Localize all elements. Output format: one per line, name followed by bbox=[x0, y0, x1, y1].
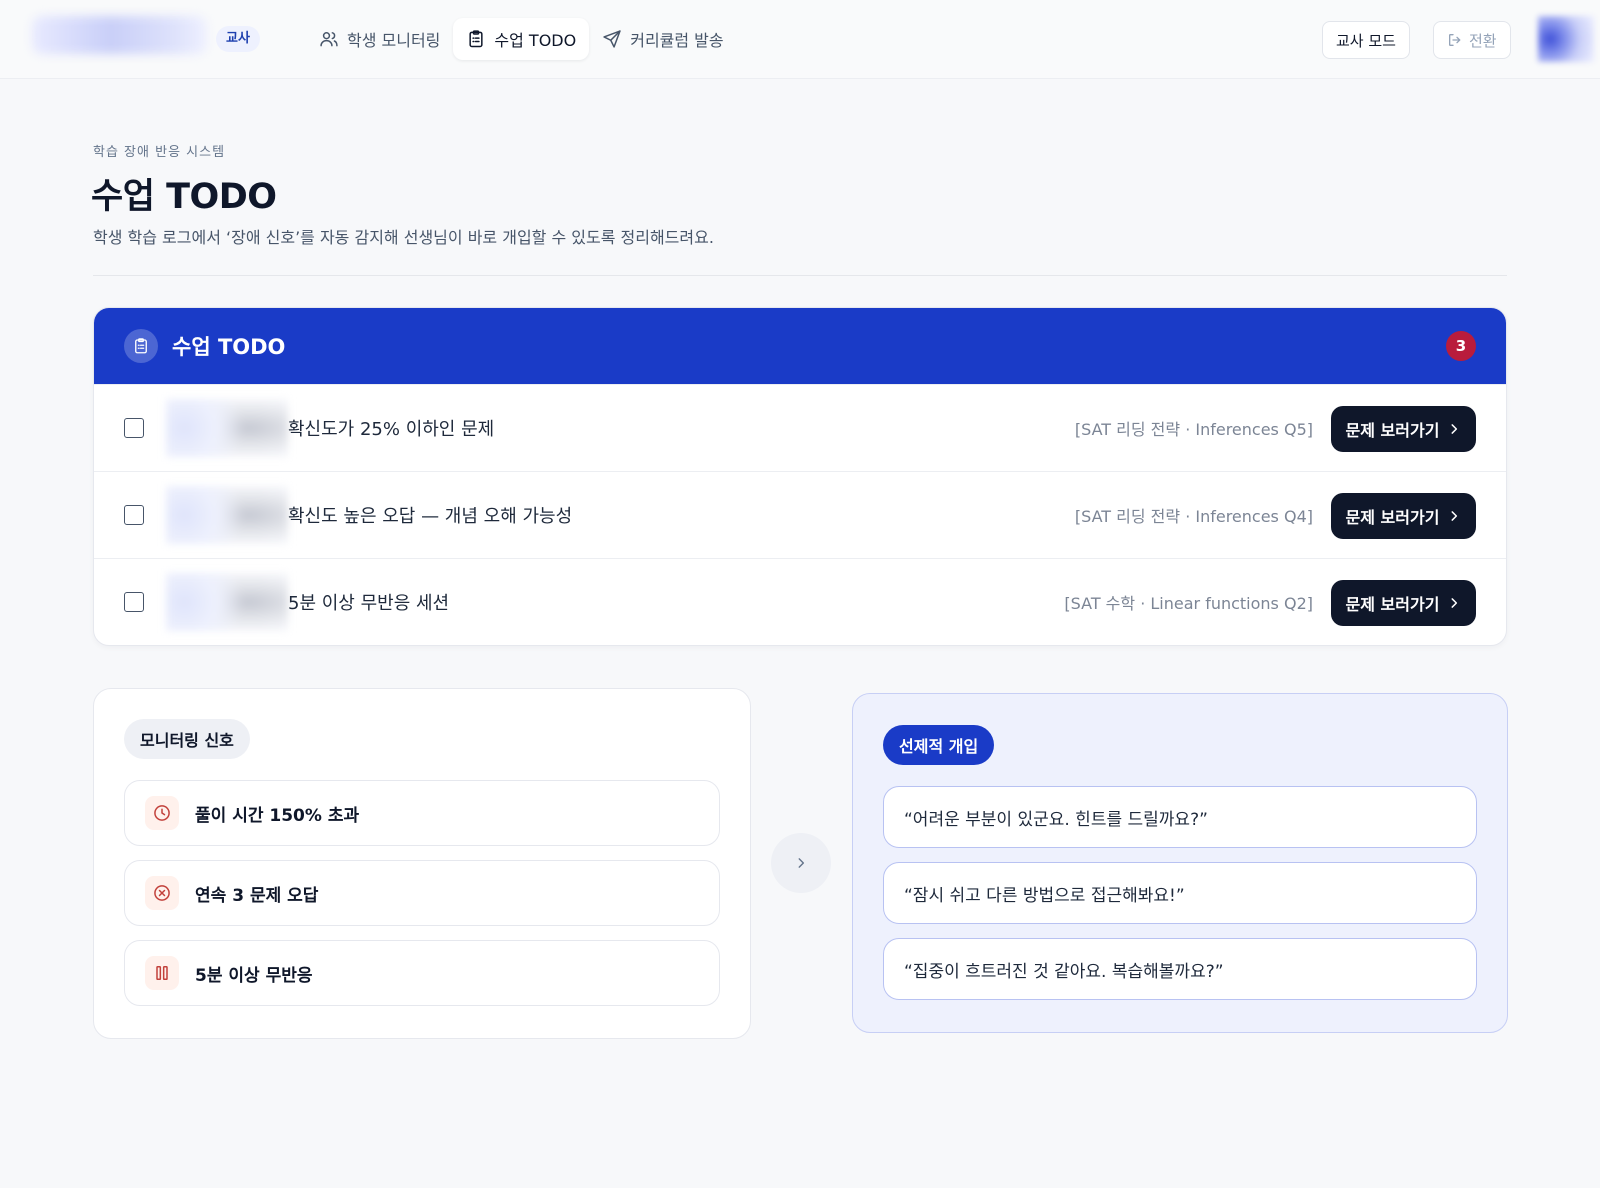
proactive-intervention-panel: 선제적 개입 “어려운 부분이 있군요. 힌트를 드릴까요?” “잠시 쉬고 다… bbox=[852, 693, 1508, 1033]
logo[interactable] bbox=[32, 16, 207, 54]
todo-row: 확신도 높은 오답 — 개념 오해 가능성 [SAT 리딩 전략 · Infer… bbox=[94, 471, 1506, 558]
divider bbox=[93, 275, 1507, 276]
pause-icon bbox=[145, 956, 179, 990]
arrow-connector bbox=[771, 833, 831, 893]
todo-source: [SAT 리딩 전략 · Inferences Q5] bbox=[1074, 420, 1313, 439]
view-question-button[interactable]: 문제 보러가기 bbox=[1331, 493, 1476, 539]
todo-text: 5분 이상 무반응 세션 bbox=[288, 593, 450, 614]
signal-label: 5분 이상 무반응 bbox=[195, 965, 313, 986]
todo-checkbox[interactable] bbox=[124, 418, 144, 438]
logout-icon bbox=[1449, 34, 1461, 46]
signal-item: 5분 이상 무반응 bbox=[124, 940, 720, 1006]
page-title: 수업 TODO bbox=[91, 177, 277, 217]
users-icon bbox=[320, 31, 338, 47]
nav-item-student-monitoring[interactable]: 학생 모니터링 bbox=[306, 18, 453, 60]
signal-item: 연속 3 문제 오답 bbox=[124, 860, 720, 926]
todo-text: 확신도가 25% 이하인 문제 bbox=[288, 419, 495, 440]
intervention-quote[interactable]: “잠시 쉬고 다른 방법으로 접근해봐요!” bbox=[883, 862, 1477, 924]
monitoring-signals-chip: 모니터링 신호 bbox=[124, 719, 250, 759]
student-name-blurred bbox=[166, 486, 288, 544]
nav-item-curriculum-send[interactable]: 커리큘럼 발송 bbox=[589, 18, 736, 60]
chevron-right-icon bbox=[1451, 598, 1458, 608]
teacher-mode-button[interactable]: 교사 모드 bbox=[1322, 21, 1410, 59]
todo-checkbox[interactable] bbox=[124, 505, 144, 525]
todo-text: 확신도 높은 오답 — 개념 오해 가능성 bbox=[288, 506, 573, 527]
view-question-button[interactable]: 문제 보러가기 bbox=[1331, 580, 1476, 626]
nav-label: 커리큘럼 발송 bbox=[630, 31, 724, 50]
send-icon bbox=[603, 30, 621, 48]
chevron-right-icon bbox=[1451, 424, 1458, 434]
view-question-label: 문제 보러가기 bbox=[1345, 595, 1440, 614]
chevron-right-icon bbox=[798, 858, 805, 868]
todo-card-header: 수업 TODO 3 bbox=[94, 308, 1506, 384]
chevron-right-icon bbox=[1451, 511, 1458, 521]
main-nav: 학생 모니터링 수업 TODO 커리큘럼 발송 bbox=[306, 18, 737, 60]
todo-checkbox[interactable] bbox=[124, 592, 144, 612]
signal-label: 연속 3 문제 오답 bbox=[195, 885, 319, 906]
top-navigation: 교사 학생 모니터링 수업 TODO 커리큘럼 발송 교사 모드 전환 bbox=[0, 0, 1600, 79]
nav-label: 학생 모니터링 bbox=[347, 31, 441, 50]
teacher-mode-label: 교사 모드 bbox=[1336, 31, 1396, 50]
avatar[interactable] bbox=[1538, 16, 1594, 62]
switch-label: 전환 bbox=[1469, 31, 1497, 50]
student-name-blurred bbox=[166, 573, 288, 631]
todo-card: 수업 TODO 3 확신도가 25% 이하인 문제 [SAT 리딩 전략 · I… bbox=[93, 307, 1507, 646]
role-badge: 교사 bbox=[216, 26, 260, 52]
switch-button[interactable]: 전환 bbox=[1433, 21, 1511, 59]
intervention-quote[interactable]: “어려운 부분이 있군요. 힌트를 드릴까요?” bbox=[883, 786, 1477, 848]
nav-item-class-todo[interactable]: 수업 TODO bbox=[453, 18, 590, 60]
clipboard-icon bbox=[469, 30, 483, 48]
view-question-label: 문제 보러가기 bbox=[1345, 508, 1440, 527]
clipboard-icon bbox=[124, 329, 158, 363]
page-description: 학생 학습 로그에서 ‘장애 신호’를 자동 감지해 선생님이 바로 개입할 수… bbox=[93, 228, 714, 247]
todo-card-title: 수업 TODO bbox=[172, 335, 286, 359]
x-circle-icon bbox=[145, 876, 179, 910]
proactive-intervention-chip: 선제적 개입 bbox=[883, 725, 995, 765]
todo-row: 5분 이상 무반응 세션 [SAT 수학 · Linear functions … bbox=[94, 558, 1506, 645]
view-question-label: 문제 보러가기 bbox=[1345, 421, 1440, 440]
intervention-quote[interactable]: “집중이 흐트러진 것 같아요. 복습해볼까요?” bbox=[883, 938, 1477, 1000]
monitoring-signals-panel: 모니터링 신호 풀이 시간 150% 초과 연속 3 문제 오답 5분 이상 무… bbox=[93, 688, 751, 1039]
page-kicker: 학습 장애 반응 시스템 bbox=[93, 145, 226, 160]
nav-label: 수업 TODO bbox=[494, 31, 577, 50]
signal-label: 풀이 시간 150% 초과 bbox=[195, 805, 360, 826]
signal-item: 풀이 시간 150% 초과 bbox=[124, 780, 720, 846]
view-question-button[interactable]: 문제 보러가기 bbox=[1331, 406, 1476, 452]
clock-icon bbox=[145, 796, 179, 830]
todo-count-badge: 3 bbox=[1446, 331, 1476, 361]
todo-source: [SAT 리딩 전략 · Inferences Q4] bbox=[1074, 507, 1313, 526]
todo-source: [SAT 수학 · Linear functions Q2] bbox=[1064, 594, 1313, 613]
todo-row: 확신도가 25% 이하인 문제 [SAT 리딩 전략 · Inferences … bbox=[94, 384, 1506, 471]
student-name-blurred bbox=[166, 399, 288, 457]
